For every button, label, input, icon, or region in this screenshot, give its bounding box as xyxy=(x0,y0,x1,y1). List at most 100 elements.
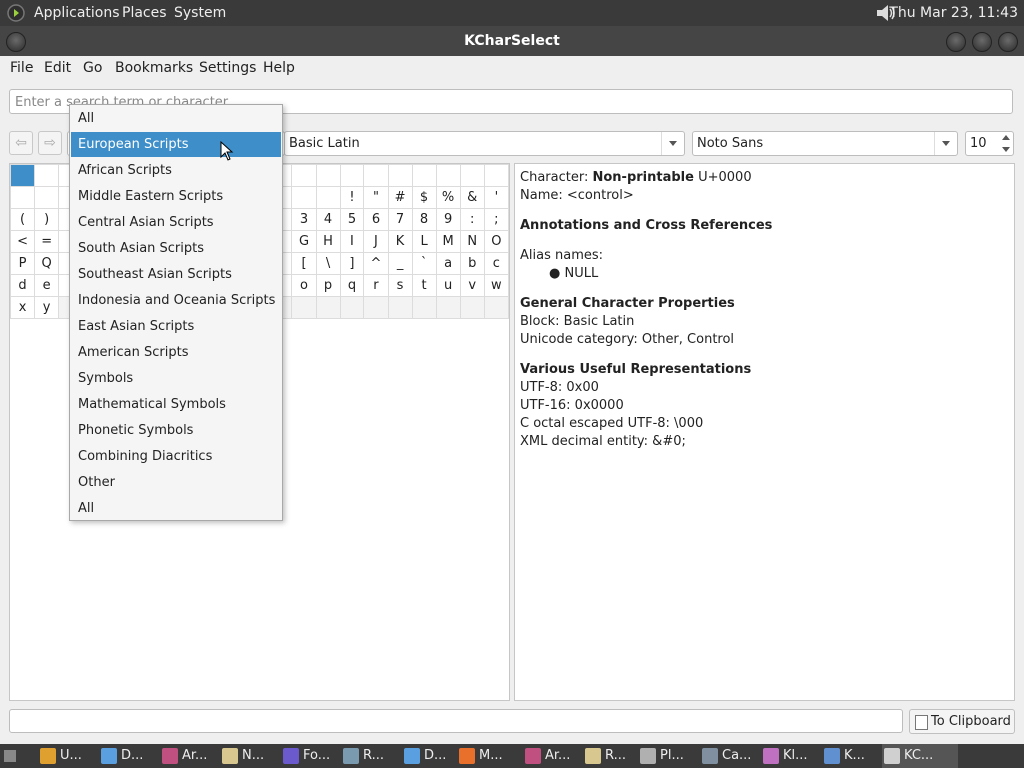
dropdown-option[interactable]: East Asian Scripts xyxy=(71,314,281,339)
grid-cell[interactable]: y xyxy=(34,296,60,319)
close-button[interactable] xyxy=(998,32,1018,52)
dropdown-option[interactable]: Combining Diacritics xyxy=(71,444,281,469)
forward-button[interactable]: ⇨ xyxy=(38,131,62,155)
dropdown-option[interactable]: Southeast Asian Scripts xyxy=(71,262,281,287)
grid-cell[interactable] xyxy=(363,164,389,187)
grid-cell[interactable]: ' xyxy=(483,186,509,209)
taskbar-item[interactable]: R... xyxy=(583,744,641,768)
dropdown-option[interactable]: Indonesia and Oceania Scripts xyxy=(71,288,281,313)
dropdown-option[interactable]: Middle Eastern Scripts xyxy=(71,184,281,209)
grid-cell[interactable]: b xyxy=(459,252,485,275)
dropdown-option[interactable]: South Asian Scripts xyxy=(71,236,281,261)
grid-cell[interactable]: 7 xyxy=(387,208,413,231)
grid-cell[interactable] xyxy=(339,164,365,187)
grid-cell[interactable] xyxy=(459,164,485,187)
grid-cell[interactable] xyxy=(411,296,437,319)
grid-cell[interactable]: q xyxy=(339,274,365,297)
block-combo[interactable]: Basic Latin xyxy=(284,131,685,156)
grid-cell[interactable]: G xyxy=(291,230,317,253)
font-combo[interactable]: Noto Sans xyxy=(692,131,958,156)
dropdown-option[interactable]: Phonetic Symbols xyxy=(71,418,281,443)
grid-cell[interactable]: c xyxy=(483,252,509,275)
grid-cell[interactable]: ^ xyxy=(363,252,389,275)
dropdown-option[interactable]: Central Asian Scripts xyxy=(71,210,281,235)
minimize-button[interactable] xyxy=(946,32,966,52)
grid-cell[interactable]: K xyxy=(387,230,413,253)
grid-cell[interactable] xyxy=(483,164,509,187)
grid-cell[interactable]: P xyxy=(10,252,36,275)
grid-cell[interactable]: M xyxy=(435,230,461,253)
taskbar-item[interactable]: K... xyxy=(822,744,880,768)
grid-cell[interactable] xyxy=(459,296,485,319)
grid-cell[interactable] xyxy=(291,296,317,319)
taskbar-item[interactable]: Pl... xyxy=(638,744,696,768)
taskbar-item[interactable]: Ar... xyxy=(523,744,581,768)
grid-cell[interactable]: ) xyxy=(34,208,60,231)
back-button[interactable]: ⇦ xyxy=(9,131,33,155)
menu-go[interactable]: Go xyxy=(83,60,102,76)
grid-cell[interactable]: e xyxy=(34,274,60,297)
taskbar-item[interactable]: R... xyxy=(341,744,399,768)
menu-edit[interactable]: Edit xyxy=(44,60,71,76)
taskbar-item[interactable]: D... xyxy=(402,744,460,768)
grid-cell[interactable]: L xyxy=(411,230,437,253)
dropdown-option[interactable]: European Scripts xyxy=(71,132,281,157)
grid-cell[interactable] xyxy=(291,164,317,187)
grid-cell[interactable] xyxy=(387,296,413,319)
grid-cell[interactable] xyxy=(10,186,36,209)
taskbar-item[interactable]: Fo... xyxy=(281,744,339,768)
grid-cell[interactable]: _ xyxy=(387,252,413,275)
grid-cell[interactable]: < xyxy=(10,230,36,253)
grid-cell[interactable]: 4 xyxy=(315,208,341,231)
font-size-spinbox[interactable]: 10 xyxy=(965,131,1014,156)
gnome-foot-icon[interactable] xyxy=(6,3,26,23)
grid-cell[interactable]: O xyxy=(483,230,509,253)
grid-cell[interactable]: o xyxy=(291,274,317,297)
grid-cell[interactable]: a xyxy=(435,252,461,275)
grid-cell[interactable]: ( xyxy=(10,208,36,231)
dropdown-option[interactable]: Mathematical Symbols xyxy=(71,392,281,417)
dropdown-option[interactable]: American Scripts xyxy=(71,340,281,365)
grid-cell[interactable]: 9 xyxy=(435,208,461,231)
spin-up-icon[interactable] xyxy=(999,132,1013,143)
grid-cell[interactable]: p xyxy=(315,274,341,297)
grid-cell[interactable] xyxy=(34,186,60,209)
grid-cell[interactable] xyxy=(315,164,341,187)
grid-cell[interactable] xyxy=(291,186,317,209)
grid-cell[interactable]: ; xyxy=(483,208,509,231)
taskbar-item[interactable]: Kl... xyxy=(761,744,819,768)
grid-cell[interactable] xyxy=(411,164,437,187)
menu-help[interactable]: Help xyxy=(263,60,295,76)
grid-cell[interactable]: " xyxy=(363,186,389,209)
taskbar-item[interactable]: U... xyxy=(38,744,96,768)
maximize-button[interactable] xyxy=(972,32,992,52)
to-clipboard-button[interactable]: To Clipboard xyxy=(909,709,1015,734)
grid-cell[interactable] xyxy=(435,164,461,187)
grid-cell[interactable]: ` xyxy=(411,252,437,275)
grid-cell[interactable]: I xyxy=(339,230,365,253)
grid-cell[interactable] xyxy=(363,296,389,319)
places-menu[interactable]: Places xyxy=(122,5,167,21)
grid-cell[interactable]: 3 xyxy=(291,208,317,231)
grid-cell[interactable] xyxy=(10,164,36,187)
dropdown-option[interactable]: Symbols xyxy=(71,366,281,391)
taskbar-item[interactable]: N... xyxy=(220,744,278,768)
grid-cell[interactable]: # xyxy=(387,186,413,209)
grid-cell[interactable] xyxy=(339,296,365,319)
grid-cell[interactable] xyxy=(34,164,60,187)
taskbar-item[interactable]: Ar... xyxy=(160,744,218,768)
menu-settings[interactable]: Settings xyxy=(199,60,256,76)
system-menu[interactable]: System xyxy=(174,5,226,21)
grid-cell[interactable]: v xyxy=(459,274,485,297)
grid-cell[interactable]: u xyxy=(435,274,461,297)
grid-cell[interactable]: 5 xyxy=(339,208,365,231)
grid-cell[interactable]: H xyxy=(315,230,341,253)
grid-cell[interactable]: t xyxy=(411,274,437,297)
grid-cell[interactable]: w xyxy=(483,274,509,297)
grid-cell[interactable]: J xyxy=(363,230,389,253)
grid-cell[interactable]: = xyxy=(34,230,60,253)
grid-cell[interactable]: ] xyxy=(339,252,365,275)
grid-cell[interactable]: N xyxy=(459,230,485,253)
grid-cell[interactable]: : xyxy=(459,208,485,231)
grid-cell[interactable]: 8 xyxy=(411,208,437,231)
